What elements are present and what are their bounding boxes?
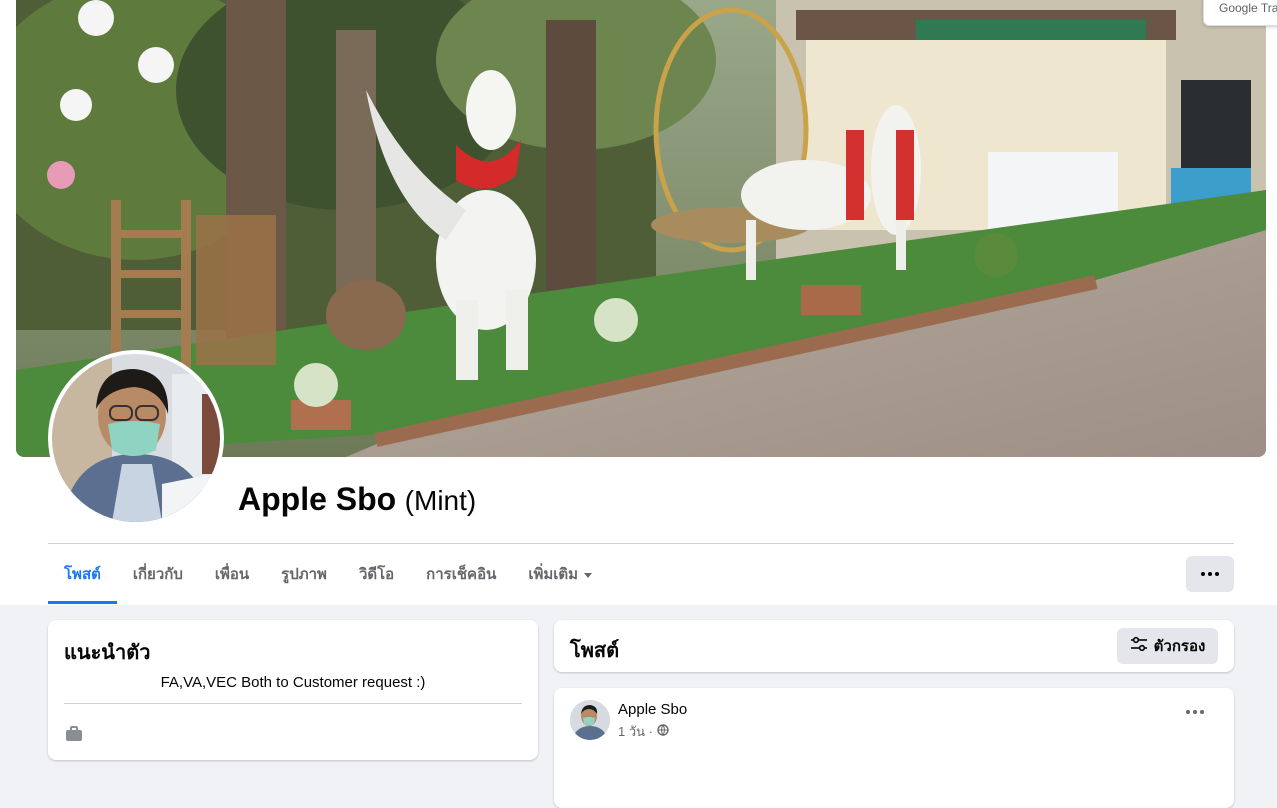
- caret-down-icon: [584, 572, 593, 578]
- google-translate-badge[interactable]: Google Tra: [1203, 0, 1277, 26]
- tab-photos[interactable]: รูปภาพ: [265, 544, 343, 604]
- more-dot: [1208, 572, 1212, 576]
- more-dot: [1215, 572, 1219, 576]
- tab-videos[interactable]: วิดีโอ: [343, 544, 410, 604]
- tab-posts[interactable]: โพสต์: [48, 544, 117, 604]
- filter-icon: [1130, 636, 1148, 656]
- tab-checkins-label: การเช็คอิน: [426, 565, 497, 583]
- posts-header-card: โพสต์ ตัวกรอง: [554, 620, 1234, 672]
- profile-picture[interactable]: [48, 350, 224, 526]
- profile-name: Apple Sbo (Mint): [238, 481, 476, 518]
- filter-button[interactable]: ตัวกรอง: [1117, 628, 1218, 664]
- filter-label: ตัวกรอง: [1153, 637, 1206, 655]
- tab-about-label: เกี่ยวกับ: [132, 565, 183, 583]
- intro-divider: [64, 703, 522, 704]
- profile-tabs: โพสต์ เกี่ยวกับ เพื่อน รูปภาพ วิดีโอ การ…: [48, 544, 608, 604]
- posts-title: โพสต์: [570, 638, 620, 662]
- tab-videos-label: วิดีโอ: [358, 565, 395, 583]
- intro-detail-row: [64, 724, 84, 749]
- intro-card: แนะนำตัว FA,VA,VEC Both to Customer requ…: [48, 620, 538, 760]
- briefcase-icon: [64, 724, 84, 749]
- profile-header: Google Tra Apple Sbo (Mint) โพสต์ เกี่ยว…: [0, 0, 1277, 605]
- profile-alternate-name: (Mint): [404, 485, 477, 516]
- tab-friends[interactable]: เพื่อน: [199, 544, 265, 604]
- intro-bio: FA,VA,VEC Both to Customer request :): [160, 674, 426, 691]
- tab-checkins[interactable]: การเช็คอิน: [410, 544, 512, 604]
- profile-display-name: Apple Sbo: [238, 481, 397, 517]
- more-horizontal-icon: [1186, 710, 1190, 714]
- post-author-name[interactable]: Apple Sbo: [618, 701, 687, 718]
- avatar: [52, 354, 220, 522]
- more-dot: [1193, 710, 1197, 714]
- post-card: Apple Sbo 1 วัน ·: [554, 688, 1234, 808]
- tab-more-label: เพิ่มเติม: [528, 565, 579, 583]
- more-dot: [1200, 710, 1204, 714]
- tab-about[interactable]: เกี่ยวกับ: [117, 544, 199, 604]
- tab-friends-label: เพื่อน: [214, 565, 250, 583]
- tab-more[interactable]: เพิ่มเติม: [512, 544, 608, 604]
- intro-title: แนะนำตัว: [64, 640, 151, 664]
- more-horizontal-icon: [1201, 572, 1205, 576]
- tab-photos-label: รูปภาพ: [281, 565, 327, 583]
- tab-posts-label: โพสต์: [64, 565, 101, 583]
- post-author-avatar[interactable]: [570, 700, 610, 740]
- post-more-button[interactable]: [1186, 710, 1204, 714]
- profile-more-button[interactable]: [1186, 556, 1234, 592]
